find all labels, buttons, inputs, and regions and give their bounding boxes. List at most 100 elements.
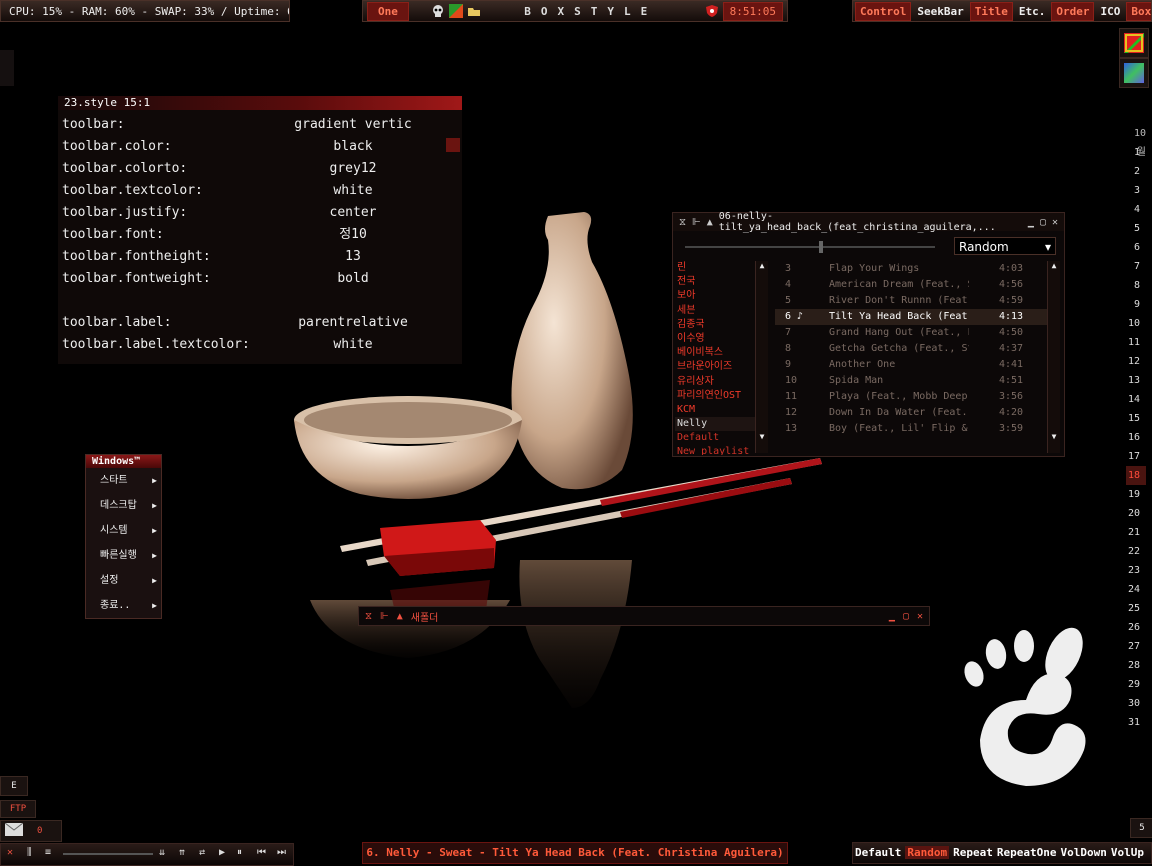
etc-button[interactable]: Etc.	[1015, 3, 1050, 20]
volume-slider[interactable]	[63, 853, 153, 855]
menu-item[interactable]: 빠른실행 ▶	[86, 543, 161, 568]
calendar-day[interactable]: 30	[1126, 694, 1146, 713]
calendar-day[interactable]: 14	[1126, 390, 1146, 409]
ico-button[interactable]: ICO	[1096, 3, 1124, 20]
shade-icon[interactable]: ⧖	[365, 611, 372, 622]
track-row[interactable]: 4 American Dream (Feat., St... 4:56	[775, 277, 1047, 293]
track-row[interactable]: 7 Grand Hang Out (Feat., Fa... 4:50	[775, 325, 1047, 341]
track-row[interactable]: 13 Boy (Feat., Lil' Flip & Big G... 3:59	[775, 421, 1047, 437]
playlist-scrollbar[interactable]: ▲ ▼	[755, 261, 768, 453]
playlist-item[interactable]: Default	[675, 431, 755, 445]
player-seek-slider[interactable]	[685, 241, 935, 253]
folder-window-bar[interactable]: ⧖ ⊩ ▲ 새폴더 ▁ ▢ ✕	[358, 606, 930, 626]
stick-icon[interactable]: ⊩	[380, 611, 389, 622]
style-window-scrollbar[interactable]	[446, 138, 460, 152]
calendar-day[interactable]: 16	[1126, 428, 1146, 447]
equalizer-icon[interactable]: ⫼	[27, 847, 32, 858]
pause-icon[interactable]: ⏸	[237, 847, 242, 858]
playlist-item[interactable]: 전국	[675, 275, 755, 289]
calendar-day[interactable]: 22	[1126, 542, 1146, 561]
track-scroll-up-icon[interactable]: ▲	[1048, 261, 1060, 270]
playlist-item[interactable]: 세븐	[675, 304, 755, 318]
menu-item[interactable]: 설정 ▶	[86, 568, 161, 593]
calendar-day[interactable]: 19	[1126, 485, 1146, 504]
calendar-day[interactable]: 11	[1126, 333, 1146, 352]
raise-icon[interactable]: ▲	[707, 217, 713, 228]
menu-item[interactable]: 시스템 ▶	[86, 518, 161, 543]
calendar-day[interactable]: 2	[1126, 162, 1146, 181]
scroll-up-icon[interactable]: ▲	[756, 261, 768, 270]
playlist-item[interactable]: 보아	[675, 289, 755, 303]
calendar-day[interactable]: 15	[1126, 409, 1146, 428]
playlist-item[interactable]: 베이비복스	[675, 346, 755, 360]
track-row[interactable]: 5 River Don't Runnn (Feat.... 4:59	[775, 293, 1047, 309]
calendar-day[interactable]: 31	[1126, 713, 1146, 732]
calendar-day[interactable]: 10	[1126, 314, 1146, 333]
menu-item[interactable]: 종료.. ▶	[86, 593, 161, 618]
playmode-repeatone-button[interactable]: RepeatOne	[997, 846, 1057, 859]
track-row[interactable]: 6 ♪ Tilt Ya Head Back (Feat.... 4:13	[775, 309, 1047, 325]
track-row[interactable]: 8 Getcha Getcha (Feat., St... 4:37	[775, 341, 1047, 357]
track-scrollbar[interactable]: ▲ ▼	[1047, 261, 1060, 453]
ftp-launcher[interactable]: FTP	[0, 800, 36, 818]
seekbar-button[interactable]: SeekBar	[913, 3, 967, 20]
style-row[interactable]: toolbar: gradient vertic	[58, 114, 462, 136]
playlist-item[interactable]: 김종국	[675, 318, 755, 332]
style-row[interactable]: toolbar.font: 정10	[58, 224, 462, 246]
playlist-item[interactable]: Nelly	[675, 417, 755, 432]
calendar-day[interactable]: 29	[1126, 675, 1146, 694]
playlist-item[interactable]: 파리의연인OST	[675, 389, 755, 403]
playmode-default-button[interactable]: Default	[855, 846, 901, 859]
calendar-day[interactable]: 28	[1126, 656, 1146, 675]
style-row[interactable]: toolbar.fontheight: 13	[58, 246, 462, 268]
playmode-random-button[interactable]: Random	[905, 846, 950, 859]
control-button[interactable]: Control	[855, 1, 912, 21]
calendar-day[interactable]: 20	[1126, 504, 1146, 523]
style-row[interactable]	[58, 290, 462, 312]
shade-icon[interactable]: ⧖	[679, 217, 686, 228]
editor-launcher[interactable]: E	[0, 776, 28, 796]
calendar-day[interactable]: 9	[1126, 295, 1146, 314]
calendar-day[interactable]: 5	[1126, 219, 1146, 238]
style-row[interactable]: toolbar.colorto: grey12	[58, 158, 462, 180]
track-row[interactable]: 9 Another One 4:41	[775, 357, 1047, 373]
minimize-icon[interactable]: ▁	[889, 611, 895, 622]
box-button[interactable]: Box	[1126, 1, 1151, 21]
style-row[interactable]: toolbar.label.textcolor: white	[58, 334, 462, 356]
play-icon[interactable]: ▶	[219, 847, 225, 858]
calendar-day[interactable]: 23	[1126, 561, 1146, 580]
repeat-icon[interactable]: ⇄	[199, 847, 205, 858]
style-row[interactable]: toolbar.textcolor: white	[58, 180, 462, 202]
shuffle-down-icon[interactable]: ⇊	[159, 847, 165, 858]
playlist-item[interactable]: 린	[675, 261, 755, 275]
playlist-item[interactable]: New playlist	[675, 445, 755, 455]
xmms-playlist-window[interactable]: ⧖ ⊩ ▲ 06-nelly-tilt_ya_head_back_(feat_c…	[672, 211, 1065, 457]
playlist-item[interactable]: 유리상자	[675, 375, 755, 389]
shield-icon[interactable]	[705, 4, 719, 18]
track-row[interactable]: 10 Spida Man 4:51	[775, 373, 1047, 389]
calendar-day[interactable]: 7	[1126, 257, 1146, 276]
seek-handle[interactable]	[819, 241, 823, 253]
calendar-day[interactable]: 25	[1126, 599, 1146, 618]
gradient-tool-icon[interactable]	[1119, 58, 1149, 88]
title-button[interactable]: Title	[969, 1, 1013, 21]
folder-icon[interactable]	[467, 4, 481, 18]
calendar-day[interactable]: 6	[1126, 238, 1146, 257]
workspace-name[interactable]: One	[367, 1, 409, 21]
minimize-icon[interactable]: ▁	[1028, 217, 1034, 228]
calendar-day[interactable]: 24	[1126, 580, 1146, 599]
track-row[interactable]: 3 Flap Your Wings 4:03	[775, 261, 1047, 277]
order-button[interactable]: Order	[1051, 1, 1095, 21]
style-window-title[interactable]: 23.style 15:1	[58, 96, 462, 110]
mail-notifier[interactable]: 0	[0, 820, 62, 842]
next-icon[interactable]: ⏭	[277, 847, 286, 858]
shuffle-up-icon[interactable]: ⇈	[179, 847, 185, 858]
playlist-item[interactable]: 브라운아이즈	[675, 360, 755, 374]
menu-item[interactable]: 스타트 ▶	[86, 468, 161, 493]
playmode-voldown-button[interactable]: VolDown	[1060, 846, 1106, 859]
style-row[interactable]: toolbar.label: parentrelative	[58, 312, 462, 334]
calendar-day[interactable]: 17	[1126, 447, 1146, 466]
calendar-day[interactable]: 27	[1126, 637, 1146, 656]
track-row[interactable]: 12 Down In Da Water (Feat.... 4:20	[775, 405, 1047, 421]
color-tool-icon[interactable]	[1119, 28, 1149, 58]
